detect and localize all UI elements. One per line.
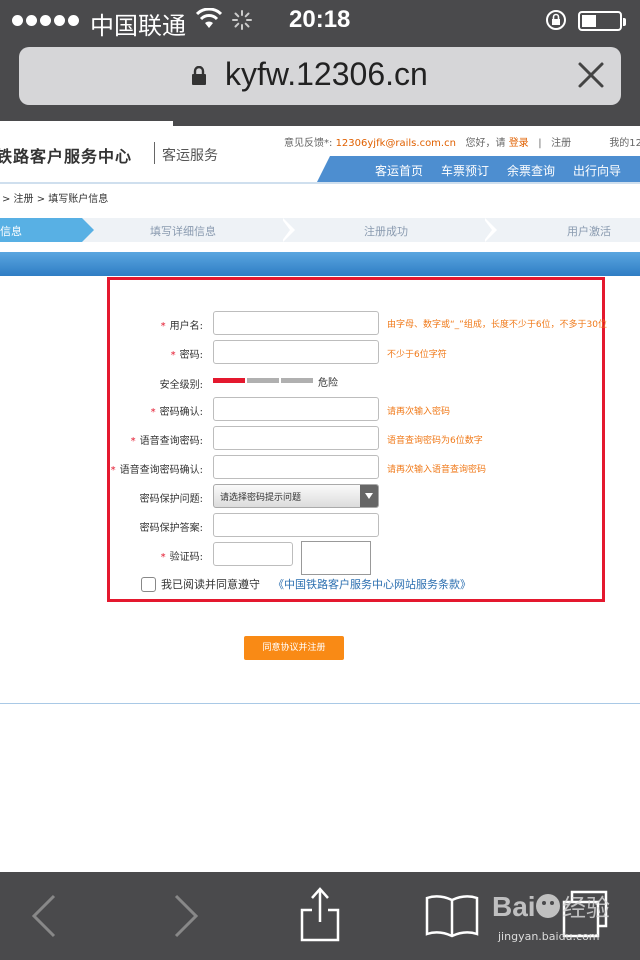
security-question-select[interactable]: 请选择密码提示问题 <box>213 484 379 508</box>
header-divider <box>0 182 640 184</box>
captcha-label: * 验证码: <box>160 552 203 563</box>
url-text: kyfw.12306.cn <box>225 56 428 92</box>
feedback-email-link[interactable]: 12306yjfk@rails.com.cn <box>336 138 456 149</box>
strength-bar <box>281 378 313 383</box>
security-level-label: 安全级别: <box>159 380 203 391</box>
password-hint: 不少于6位字符 <box>387 350 447 360</box>
chevron-down-icon <box>360 485 378 507</box>
voice-password-hint: 语音查询密码为6位数字 <box>387 436 483 446</box>
confirm-password-input[interactable] <box>213 397 379 421</box>
username-hint: 由字母、数字或“_”组成，长度不少于6位，不多于30位 <box>387 320 608 330</box>
close-icon[interactable] <box>577 61 605 93</box>
captcha-image[interactable] <box>301 541 371 575</box>
forward-icon[interactable] <box>172 894 200 942</box>
main-nav: 客运首页 车票预订 余票查询 出行向导 <box>316 156 640 184</box>
site-subtitle: 客运服务 <box>162 148 218 164</box>
username-input[interactable] <box>213 311 379 335</box>
svg-text:Bai: Bai <box>492 891 536 922</box>
step-chevron <box>281 218 290 242</box>
step-chevron <box>483 218 492 242</box>
step-label-current: 信息 <box>0 225 22 238</box>
registration-steps: 信息 填写详细信息 注册成功 用户激活 <box>0 218 640 242</box>
carrier-name: 中国联通 <box>90 13 186 40</box>
nav-item-travel-guide[interactable]: 出行向导 <box>573 162 621 179</box>
feedback-label: 意见反馈*: <box>284 138 333 149</box>
browser-chrome-top: 中国联通 20:18 kyfw.12306.cn <box>0 0 640 126</box>
step-label-activate: 用户激活 <box>567 225 611 238</box>
site-title: 铁路客户服务中心 <box>0 147 133 166</box>
share-icon[interactable] <box>300 886 340 946</box>
password-input[interactable] <box>213 340 379 364</box>
strength-bar <box>213 378 245 383</box>
top-links: 意见反馈*: 12306yjfk@rails.com.cn 您好，请 登录 | … <box>284 134 640 149</box>
battery-icon <box>578 11 626 31</box>
password-label: * 密码: <box>170 350 203 361</box>
strength-bar <box>247 378 279 383</box>
login-link[interactable]: 登录 <box>509 138 529 149</box>
watermark-url: jingyan.baidu.com <box>498 930 600 943</box>
footer-divider <box>0 703 640 704</box>
status-time: 20:18 <box>289 6 351 33</box>
step-active: 信息 <box>0 218 82 242</box>
baidu-watermark-logo: Bai 经验 <box>490 882 610 934</box>
bookmarks-icon[interactable] <box>425 894 479 942</box>
confirm-password-hint: 请再次输入密码 <box>387 407 451 417</box>
security-question-placeholder: 请选择密码提示问题 <box>220 493 302 503</box>
confirm-password-label: * 密码确认: <box>150 407 203 418</box>
svg-text:经验: 经验 <box>562 894 610 922</box>
security-question-label: 密码保护问题: <box>139 494 203 505</box>
address-bar[interactable]: kyfw.12306.cn <box>19 47 621 105</box>
step-label-details: 填写详细信息 <box>150 225 216 238</box>
voice-password-confirm-input[interactable] <box>213 455 379 479</box>
agree-checkbox[interactable] <box>141 577 156 592</box>
security-level-text: 危险 <box>318 378 338 389</box>
link-divider: | <box>538 138 542 149</box>
step-label-success: 注册成功 <box>364 225 408 238</box>
nav-item-ticket-query[interactable]: 余票查询 <box>507 162 555 179</box>
username-label: * 用户名: <box>160 321 203 332</box>
loading-spinner-icon <box>232 10 252 34</box>
title-divider <box>154 142 155 164</box>
terms-link[interactable]: 《中国铁路客户服务中心网站服务条款》 <box>273 576 471 592</box>
voice-password-label: * 语音查询密码: <box>130 436 203 447</box>
wifi-icon <box>195 7 223 34</box>
back-icon[interactable] <box>30 894 58 942</box>
section-band <box>0 252 640 276</box>
step-chevron <box>82 218 94 242</box>
my12306-link[interactable]: 我的12306 <box>609 138 640 149</box>
greeting-text: 您好，请 <box>465 138 506 149</box>
agree-register-button[interactable]: 同意协议并注册 <box>244 636 344 660</box>
breadcrumb: > 注册 > 填写账户信息 <box>2 194 109 205</box>
signal-icon <box>12 11 82 30</box>
voice-password-input[interactable] <box>213 426 379 450</box>
voice-password-confirm-label: * 语音查询密码确认: <box>110 465 203 476</box>
nav-item-booking[interactable]: 车票预订 <box>441 162 489 179</box>
nav-item-home[interactable]: 客运首页 <box>375 162 423 179</box>
security-answer-label: 密码保护答案: <box>139 523 203 534</box>
rotation-lock-icon <box>544 8 568 36</box>
lock-icon <box>191 65 207 90</box>
security-answer-input[interactable] <box>213 513 379 537</box>
captcha-input[interactable] <box>213 542 293 566</box>
register-link[interactable]: 注册 <box>551 138 571 149</box>
agree-text: 我已阅读并同意遵守 <box>161 578 260 591</box>
voice-password-confirm-hint: 请再次输入语音查询密码 <box>387 465 487 475</box>
